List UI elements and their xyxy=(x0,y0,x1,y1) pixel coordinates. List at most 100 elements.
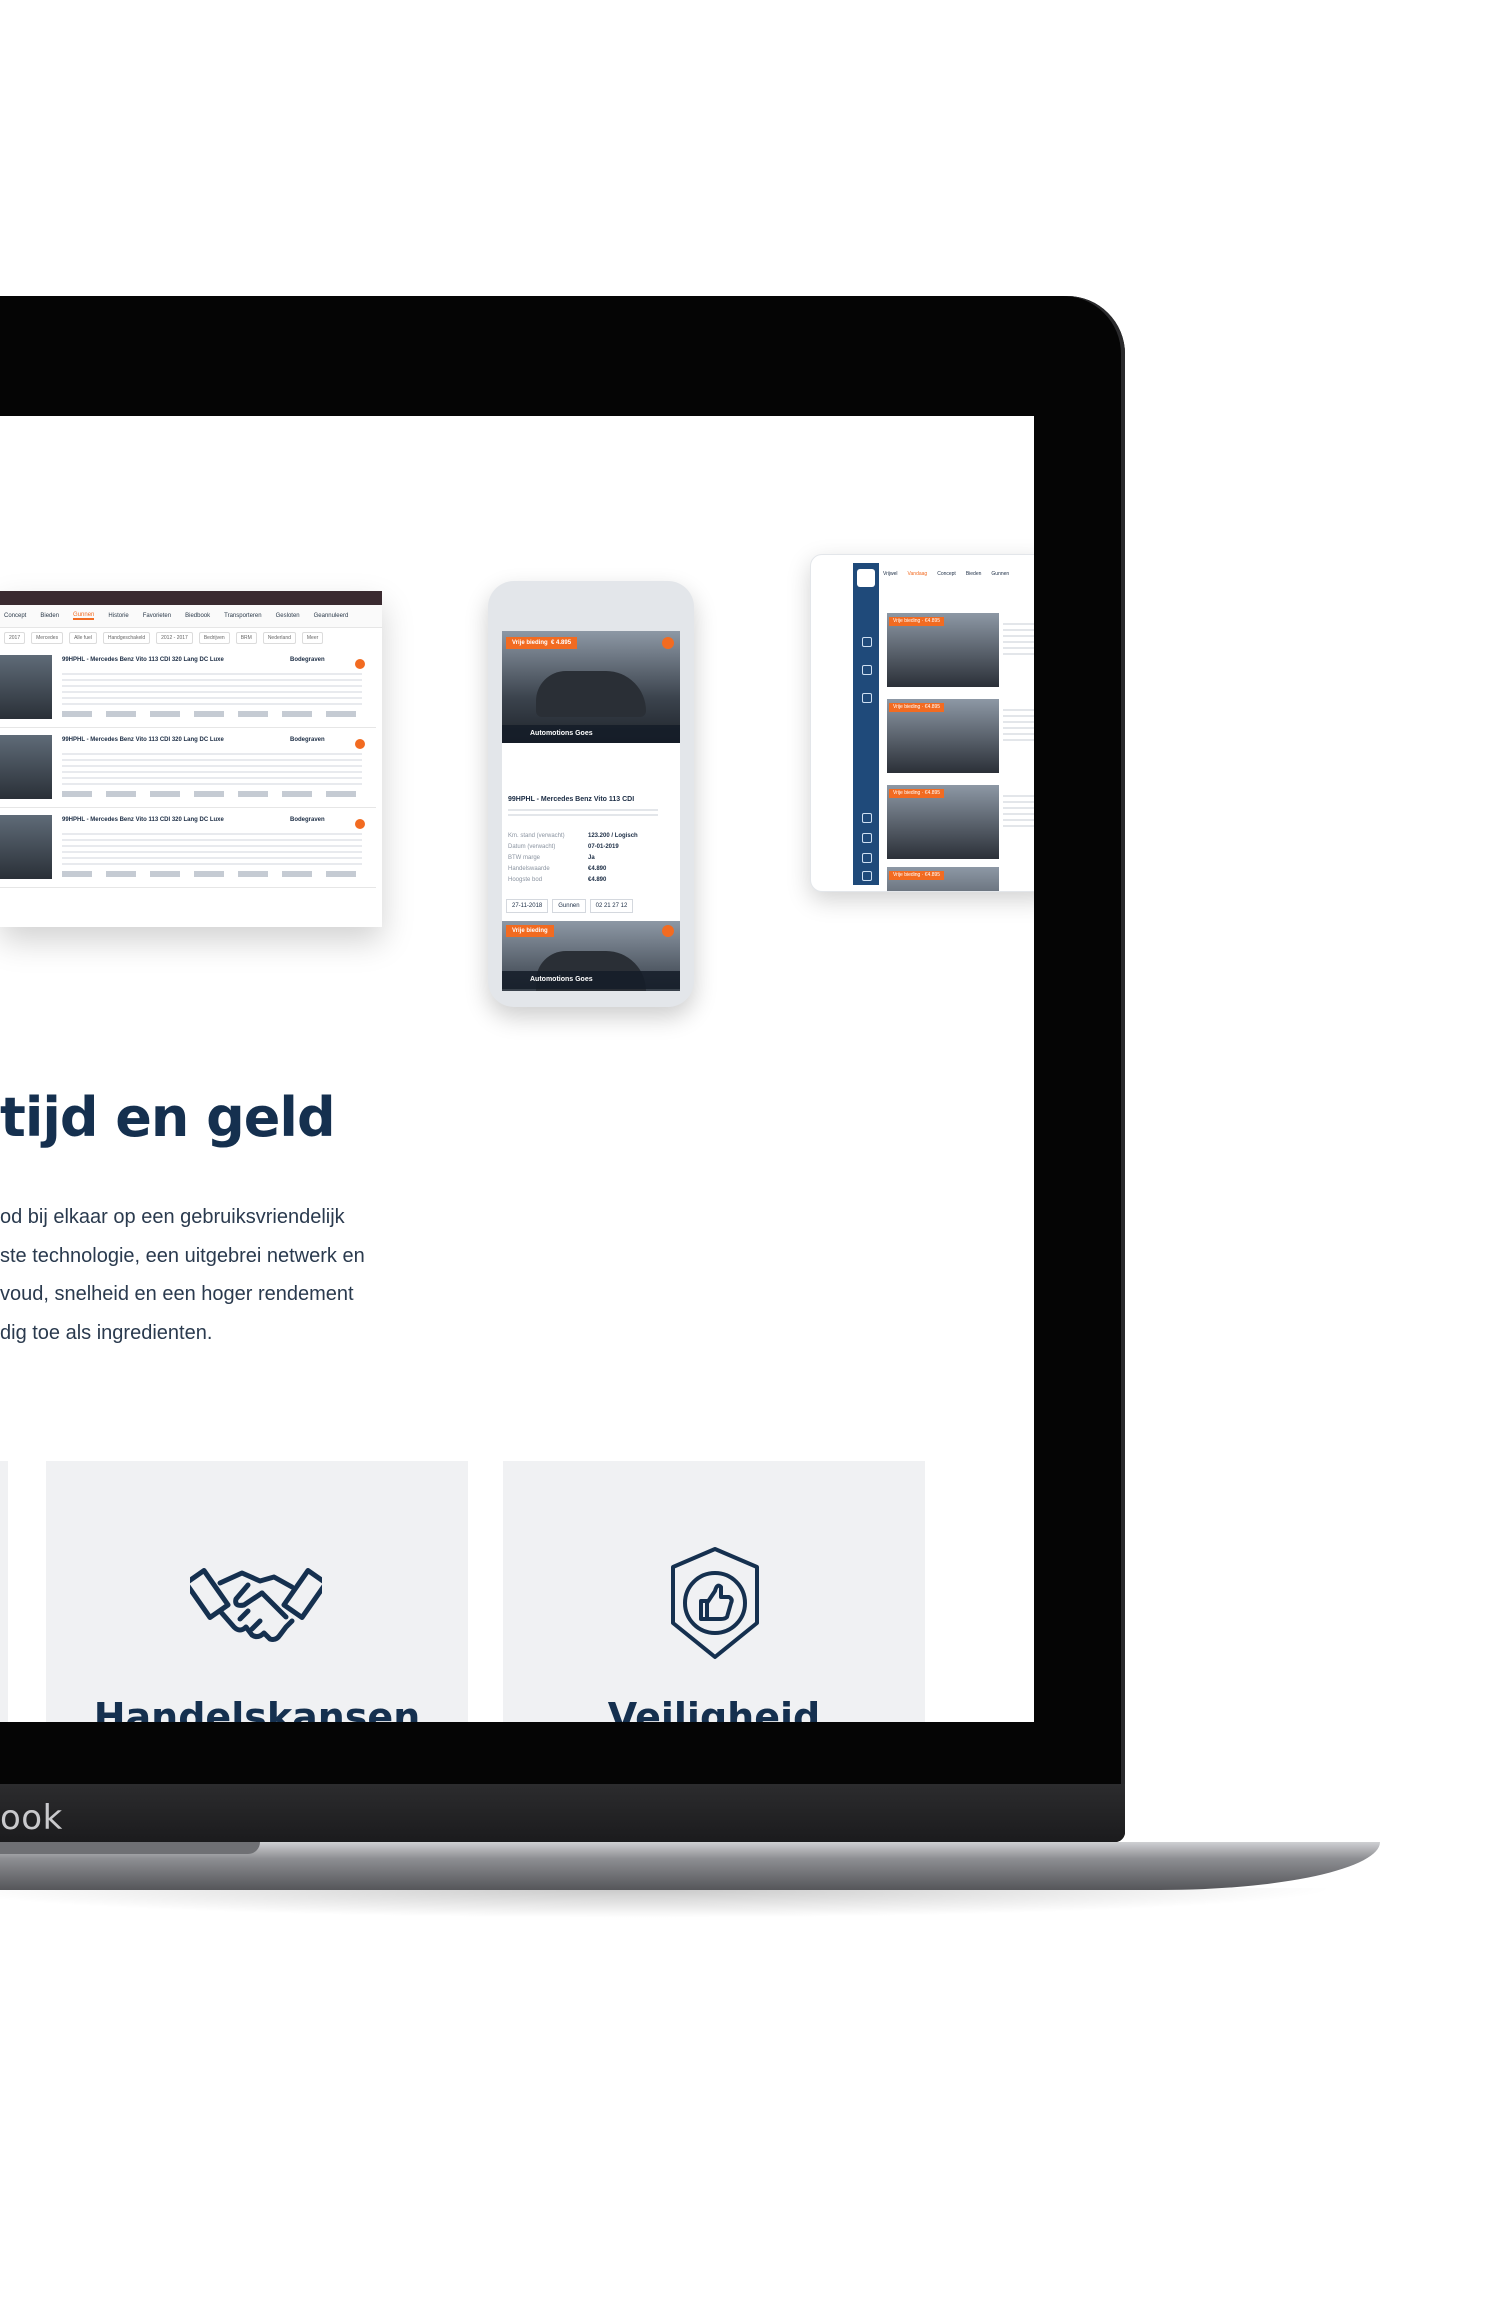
tab-item[interactable]: Concept xyxy=(937,571,956,577)
tab-item[interactable]: Historie xyxy=(108,613,128,619)
spec-value: 123.200 / Logisch xyxy=(588,833,638,839)
tab-item[interactable]: Biedbook xyxy=(185,613,210,619)
bid-badge: Vrije bieding · €4.895 xyxy=(889,617,945,626)
bell-icon[interactable] xyxy=(862,833,872,843)
tab-item[interactable]: Bieden xyxy=(966,571,982,577)
gear-icon[interactable] xyxy=(862,813,872,823)
listing-details xyxy=(62,749,362,785)
feature-title: Veiligheid xyxy=(607,1695,821,1722)
grid-icon[interactable] xyxy=(862,665,872,675)
tab-item[interactable]: Vandaag xyxy=(908,571,928,577)
listing-location: Bodegraven xyxy=(290,657,325,663)
tab-item[interactable]: Gunnen xyxy=(991,571,1009,577)
spec-key: Km. stand (verwacht) xyxy=(508,833,565,839)
laptop-shadow xyxy=(0,1888,1340,1918)
listing-details xyxy=(1003,705,1034,745)
user-icon[interactable] xyxy=(862,871,872,881)
bid-badge: Vrije bieding · €4.895 xyxy=(889,703,945,712)
spec-row: Datum (verwacht) 07-01-2019 xyxy=(508,842,674,853)
car-thumbnail xyxy=(0,815,52,879)
add-icon[interactable] xyxy=(862,637,872,647)
bid-badge: Vrije bieding € 4.895 xyxy=(506,637,578,649)
bid-badge-label: Vrije bieding xyxy=(512,640,548,646)
spec-key: Datum (verwacht) xyxy=(508,844,556,850)
spec-row: Km. stand (verwacht) 123.200 / Logisch xyxy=(508,831,674,842)
gavel-icon[interactable] xyxy=(862,693,872,703)
feature-card-handelskansen: Handelskansen xyxy=(46,1461,468,1722)
help-icon[interactable] xyxy=(862,853,872,863)
body-line: od bij elkaar op een gebruiksvriendelijk xyxy=(0,1206,345,1228)
tab-item[interactable]: Vrijwel xyxy=(883,571,898,577)
logo-icon[interactable] xyxy=(857,569,875,587)
listing-card[interactable]: Vrije bieding · €4.895 xyxy=(887,785,1034,861)
listing-row[interactable]: 99HPHL - Mercedes Benz Vito 113 CDI 320 … xyxy=(0,651,376,728)
spec-row: Hoogste bod €4.890 xyxy=(508,875,674,886)
spec-row: Handelswaarde €4.890 xyxy=(508,864,674,875)
listing-row[interactable]: 99HPHL - Mercedes Benz Vito 113 CDI 320 … xyxy=(0,811,376,888)
phone-mockup: Vrije bieding € 4.895 Automotions Goes 9… xyxy=(488,581,694,1007)
listing-title: 99HPHL - Mercedes Benz Vito 113 CDI xyxy=(508,796,635,803)
favorite-dot-icon[interactable] xyxy=(355,739,365,749)
desktop-app-mockup: Concept Bieden Gunnen Historie Favoriete… xyxy=(0,591,382,927)
listing-details xyxy=(1003,619,1034,659)
filter-chip[interactable]: Bedrijven xyxy=(198,632,230,644)
bid-badge: Vrije bieding · €4.895 xyxy=(889,789,945,798)
listing-location: Bodegraven xyxy=(290,817,325,823)
spec-value: €4.890 xyxy=(588,877,607,883)
listing-title: 99HPHL - Mercedes Benz Vito 113 CDI 320 … xyxy=(62,817,224,823)
listing-footer xyxy=(62,791,362,797)
spec-value: €4.890 xyxy=(588,866,607,872)
tab-item[interactable]: Gesloten xyxy=(276,613,300,619)
feature-card-veiligheid: Veiligheid xyxy=(503,1461,925,1722)
favorite-dot-icon[interactable] xyxy=(662,637,674,649)
filter-chip[interactable]: Nederland xyxy=(262,632,296,644)
filter-chip[interactable]: Mercedes xyxy=(31,632,64,644)
listing-details xyxy=(62,669,362,705)
tab-item[interactable]: Concept xyxy=(4,613,26,619)
listing-title: 99HPHL - Mercedes Benz Vito 113 CDI 320 … xyxy=(62,737,224,743)
spec-value: 07-01-2019 xyxy=(588,844,619,850)
tab-item[interactable]: Gunnen xyxy=(73,612,95,620)
spec-key: BTW marge xyxy=(508,855,541,861)
desktop-tabs: Concept Bieden Gunnen Historie Favoriete… xyxy=(0,605,382,628)
laptop-brand-label: ook xyxy=(0,1798,63,1838)
car-thumbnail xyxy=(0,735,52,799)
filter-chip[interactable]: BRM xyxy=(235,632,257,644)
filter-chip[interactable]: Alle fuel xyxy=(69,632,97,644)
spec-row: BTW marge Ja xyxy=(508,853,674,864)
filter-chip[interactable]: 2017 xyxy=(4,632,26,644)
timer-chip[interactable]: 02 21 27 12 xyxy=(589,899,634,913)
tab-item[interactable]: Favorieten xyxy=(143,613,171,619)
dealer-band: Automotions Goes xyxy=(502,971,680,989)
filter-chip[interactable]: Handgeschakeld xyxy=(102,632,151,644)
car-silhouette xyxy=(536,671,646,717)
tablet-mockup: Vrijwel Vandaag Concept Bieden Gunnen Vr… xyxy=(810,554,1034,892)
spec-key: Hoogste bod xyxy=(508,877,543,883)
favorite-dot-icon[interactable] xyxy=(355,659,365,669)
dealer-band: Automotions Goes xyxy=(502,725,680,743)
listing-footer xyxy=(62,711,362,717)
listing-card[interactable]: Vrije bieding · €4.895 xyxy=(887,867,1034,891)
filter-chip[interactable]: 2012 - 2017 xyxy=(156,632,193,644)
gunnen-button[interactable]: Gunnen xyxy=(552,899,586,913)
tab-item[interactable]: Geannuleerd xyxy=(314,613,349,619)
feature-card-partial xyxy=(0,1461,8,1722)
listing-row[interactable]: 99HPHL - Mercedes Benz Vito 113 CDI 320 … xyxy=(0,731,376,808)
listing-title: 99HPHL - Mercedes Benz Vito 113 CDI 320 … xyxy=(62,657,224,663)
tab-item[interactable]: Transporteren xyxy=(224,613,261,619)
spec-key: Handelswaarde xyxy=(508,866,550,872)
favorite-dot-icon[interactable] xyxy=(662,925,674,937)
tab-item[interactable]: Bieden xyxy=(40,613,59,619)
car-thumbnail xyxy=(0,655,52,719)
listing-subtitle xyxy=(508,806,658,816)
laptop-screen: Concept Bieden Gunnen Historie Favoriete… xyxy=(0,416,1034,1722)
listing-card[interactable]: Vrije bieding · €4.895 xyxy=(887,699,1034,775)
handshake-icon xyxy=(190,1567,322,1642)
feature-title: Handelskansen xyxy=(93,1695,421,1722)
filter-chip[interactable]: Meer xyxy=(301,632,324,644)
favorite-dot-icon[interactable] xyxy=(355,819,365,829)
laptop-hinge-notch xyxy=(0,1842,260,1854)
date-chip[interactable]: 27-11-2018 xyxy=(506,899,549,913)
tablet-tabs: Vrijwel Vandaag Concept Bieden Gunnen xyxy=(883,563,1009,585)
listing-card[interactable]: Vrije bieding · €4.895 xyxy=(887,613,1034,689)
